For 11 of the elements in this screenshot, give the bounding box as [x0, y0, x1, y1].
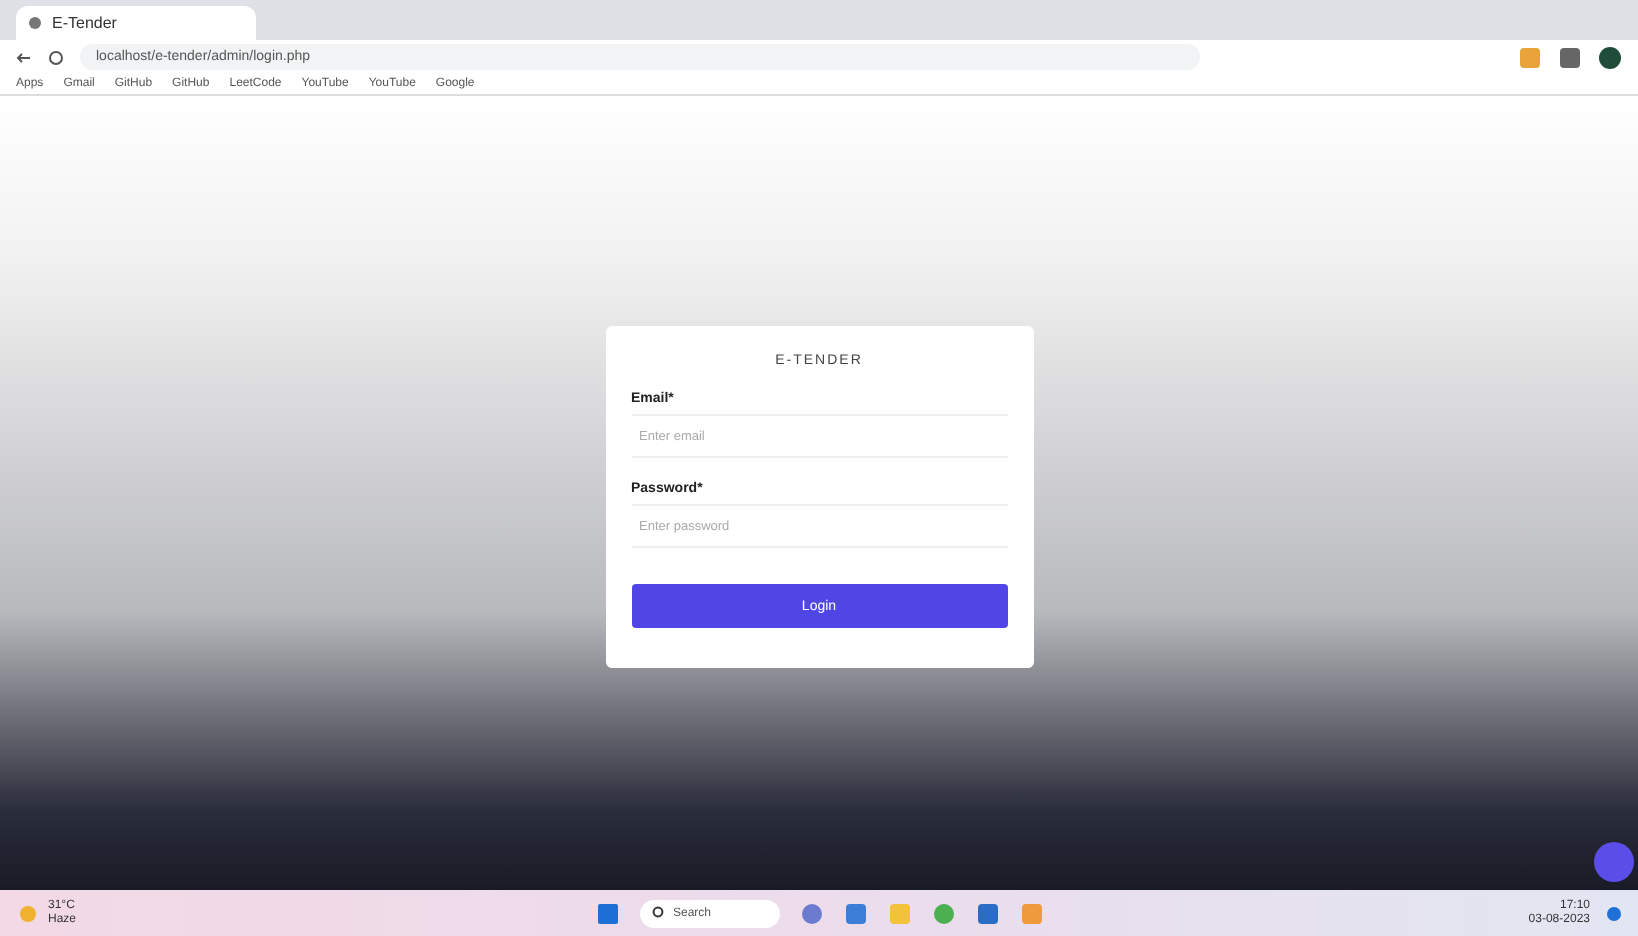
- back-icon[interactable]: [16, 49, 32, 65]
- app-icon[interactable]: [975, 901, 999, 925]
- profile-avatar[interactable]: [1598, 45, 1622, 69]
- floating-action-button[interactable]: [1594, 842, 1634, 882]
- start-icon[interactable]: [595, 901, 619, 925]
- search-icon: [651, 906, 665, 920]
- notification-icon[interactable]: [1606, 905, 1622, 921]
- app-icon[interactable]: [1019, 901, 1043, 925]
- app-icon[interactable]: [843, 901, 867, 925]
- app-icon[interactable]: [799, 901, 823, 925]
- browser-tab[interactable]: E-Tender: [16, 6, 256, 40]
